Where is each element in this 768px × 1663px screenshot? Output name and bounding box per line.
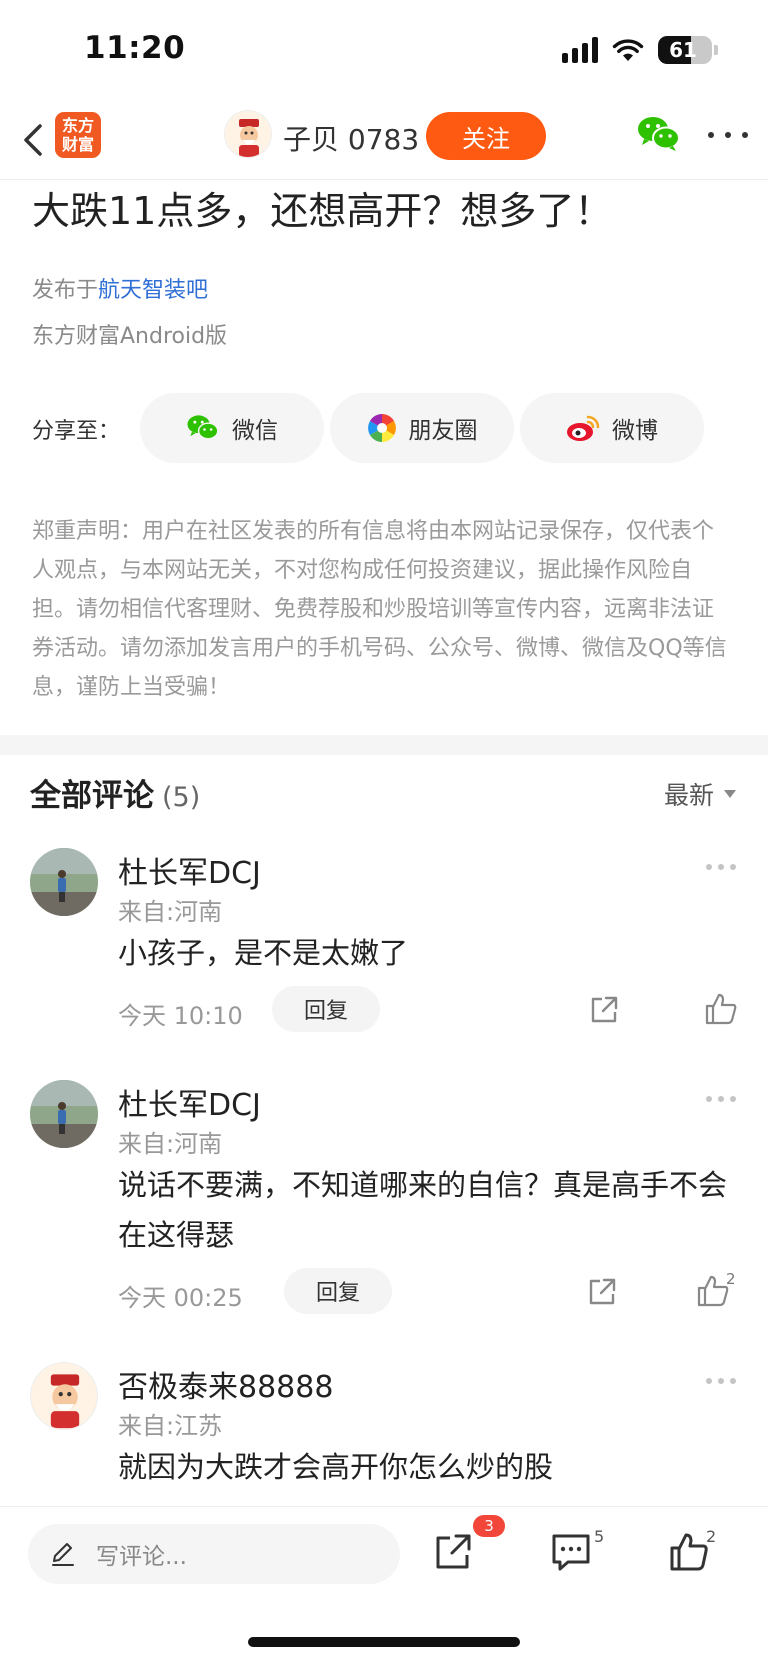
battery-cap bbox=[714, 45, 718, 55]
author-name[interactable]: 子贝 0783 bbox=[283, 118, 419, 158]
comment-count: 5 bbox=[594, 1527, 605, 1546]
avatar[interactable] bbox=[30, 848, 98, 916]
comment-input[interactable]: 写评论... bbox=[28, 1524, 400, 1584]
share-badge: 3 bbox=[473, 1515, 505, 1537]
status-icons: 61 bbox=[562, 36, 718, 64]
share-icon[interactable] bbox=[432, 1531, 474, 1573]
sort-label: 最新 bbox=[663, 781, 714, 810]
caret-down-icon bbox=[724, 790, 736, 798]
author-avatar[interactable] bbox=[224, 110, 272, 158]
section-divider bbox=[0, 735, 768, 755]
battery-icon: 61 bbox=[658, 36, 712, 64]
like-count: 2 bbox=[726, 1270, 736, 1288]
posted-in: 发布于航天智装吧 bbox=[32, 272, 208, 304]
comment-placeholder: 写评论... bbox=[96, 1544, 187, 1570]
share-icon[interactable] bbox=[586, 1276, 618, 1308]
forum-link[interactable]: 航天智装吧 bbox=[98, 278, 208, 303]
person-photo-icon bbox=[30, 1080, 98, 1148]
comment-time: 今天 10:10 bbox=[118, 1002, 243, 1030]
thumbs-up-icon[interactable] bbox=[696, 1274, 730, 1308]
commenter-name[interactable]: 杜长军DCJ bbox=[118, 848, 261, 892]
commenter-name[interactable]: 否极泰来88888 bbox=[118, 1362, 333, 1406]
reply-button[interactable]: 回复 bbox=[272, 986, 380, 1032]
logo-line-1: 东方 bbox=[61, 116, 94, 135]
share-wechat-button[interactable]: 微信 bbox=[140, 393, 324, 463]
avatar[interactable] bbox=[30, 1080, 98, 1148]
comment-text: 就因为大跌才会高开你怎么炒的股 bbox=[118, 1450, 554, 1484]
comment-text: 说话不要满，不知道哪来的自信？真是高手不会在这得瑟 bbox=[118, 1168, 728, 1252]
share-weibo-label: 微博 bbox=[612, 418, 658, 444]
posted-prefix: 发布于 bbox=[32, 278, 99, 303]
share-moments-label: 朋友圈 bbox=[408, 418, 478, 444]
caishen-avatar-icon bbox=[50, 1374, 80, 1429]
comments-title: 全部评论 bbox=[30, 778, 154, 814]
commenter-location: 来自:河南 bbox=[118, 1130, 223, 1158]
avatar[interactable] bbox=[30, 1362, 98, 1430]
app-logo[interactable]: 东方 财富 bbox=[55, 112, 101, 158]
battery-level: 61 bbox=[669, 38, 697, 62]
wechat-icon bbox=[187, 415, 219, 440]
comment-icon[interactable] bbox=[550, 1531, 592, 1573]
share-moments-button[interactable]: 朋友圈 bbox=[330, 393, 514, 463]
thumbs-up-icon[interactable] bbox=[704, 992, 738, 1026]
more-options-icon[interactable] bbox=[708, 120, 748, 150]
article-title: 大跌11点多，还想高开？想多了！ bbox=[32, 189, 613, 233]
pencil-icon bbox=[52, 1543, 74, 1566]
caishen-avatar-icon bbox=[239, 119, 259, 157]
share-wechat-label: 微信 bbox=[232, 418, 278, 444]
back-icon[interactable] bbox=[16, 118, 52, 162]
like-icon[interactable] bbox=[668, 1531, 710, 1573]
comment-more-icon[interactable] bbox=[706, 1096, 736, 1104]
commenter-location: 来自:河南 bbox=[118, 898, 223, 926]
bottom-bar: 写评论... 3 5 2 bbox=[0, 1506, 768, 1663]
disclaimer: 郑重声明：用户在社区发表的所有信息将由本网站记录保存，仅代表个人观点，与本网站无… bbox=[32, 519, 727, 700]
comment-text: 小孩子，是不是太嫩了 bbox=[118, 936, 409, 970]
commenter-name[interactable]: 杜长军DCJ bbox=[118, 1080, 261, 1124]
cellular-signal-icon bbox=[562, 37, 598, 63]
comments-count: (5) bbox=[162, 782, 201, 813]
weibo-icon bbox=[567, 415, 600, 441]
reply-button[interactable]: 回复 bbox=[284, 1268, 392, 1314]
logo-line-2: 财富 bbox=[61, 135, 94, 154]
share-label: 分享至： bbox=[32, 419, 121, 444]
follow-button[interactable]: 关注 bbox=[426, 112, 546, 160]
status-time: 11:20 bbox=[84, 30, 186, 66]
wechat-share-icon[interactable] bbox=[636, 114, 682, 154]
commenter-location: 来自:江苏 bbox=[118, 1412, 223, 1440]
person-photo-icon bbox=[30, 848, 98, 916]
client-info: 东方财富Android版 bbox=[32, 324, 228, 349]
sort-dropdown[interactable]: 最新 bbox=[664, 776, 736, 812]
comments-header: 全部评论 (5) bbox=[30, 770, 200, 815]
wifi-icon bbox=[612, 39, 644, 61]
status-bar: 11:20 61 bbox=[0, 0, 768, 100]
comment-more-icon[interactable] bbox=[706, 1378, 736, 1386]
comment-more-icon[interactable] bbox=[706, 864, 736, 872]
like-count: 2 bbox=[706, 1527, 717, 1546]
share-weibo-button[interactable]: 微博 bbox=[520, 393, 704, 463]
comment-time: 今天 00:25 bbox=[118, 1284, 243, 1312]
nav-bar: 东方 财富 子贝 0783 关注 bbox=[0, 100, 768, 180]
moments-icon bbox=[367, 414, 396, 442]
home-indicator[interactable] bbox=[248, 1637, 520, 1647]
share-icon[interactable] bbox=[588, 994, 620, 1026]
